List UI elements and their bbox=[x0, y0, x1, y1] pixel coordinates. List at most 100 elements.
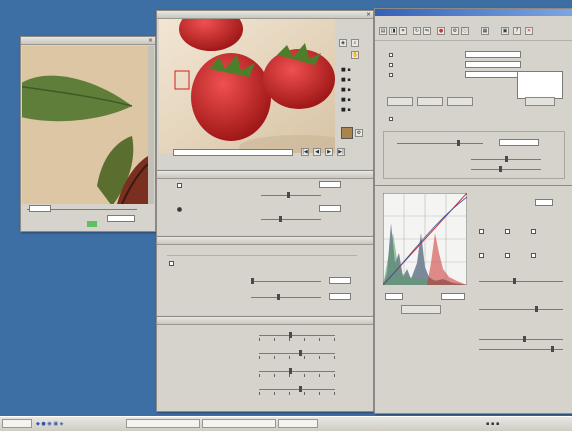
checkbox[interactable] bbox=[389, 63, 393, 67]
preview-status-field[interactable] bbox=[107, 215, 135, 222]
dropdown-box[interactable] bbox=[517, 71, 563, 99]
tool-item-icon[interactable]: ■ ▪ bbox=[341, 97, 351, 103]
group-slider[interactable] bbox=[471, 169, 541, 170]
adjust2-row1-slider[interactable] bbox=[251, 281, 321, 282]
grid-icon[interactable]: ▦ bbox=[481, 27, 489, 35]
zoom-icon[interactable]: ⌕ bbox=[351, 39, 359, 47]
slider-thumb[interactable] bbox=[251, 278, 254, 284]
tool-item-icon[interactable]: ■ ▪ bbox=[341, 77, 351, 83]
rotate-icon[interactable]: ↻ bbox=[413, 27, 421, 35]
levels-grid[interactable] bbox=[259, 329, 335, 405]
scanner-field[interactable] bbox=[465, 61, 521, 68]
adjust1-row2-field[interactable] bbox=[319, 205, 341, 212]
radio[interactable] bbox=[177, 207, 182, 212]
slider-thumb[interactable] bbox=[457, 140, 460, 146]
slider-thumb[interactable] bbox=[513, 278, 516, 284]
right-panel-slider[interactable] bbox=[479, 339, 563, 340]
histogram[interactable] bbox=[383, 193, 467, 285]
group-slider[interactable] bbox=[397, 143, 483, 144]
adjustment-1-titlebar[interactable] bbox=[157, 171, 373, 179]
close-icon[interactable]: × bbox=[148, 37, 153, 44]
taskbar-item[interactable] bbox=[126, 419, 200, 428]
help-icon[interactable]: ? bbox=[513, 27, 521, 35]
checkbox[interactable] bbox=[531, 229, 536, 234]
reset-button[interactable] bbox=[401, 305, 441, 314]
info-icon[interactable]: ⓘ bbox=[461, 27, 469, 35]
levels-track[interactable] bbox=[259, 371, 335, 372]
save-icon[interactable]: ▣ bbox=[501, 27, 509, 35]
slider-thumb[interactable] bbox=[535, 306, 538, 312]
checkbox[interactable] bbox=[389, 117, 393, 121]
hand-icon[interactable]: ✋ bbox=[351, 51, 359, 59]
eyedropper-icon[interactable]: ◈ bbox=[339, 39, 347, 47]
nav-last-icon[interactable]: ▶| bbox=[337, 148, 345, 156]
preview-icon[interactable]: ◨ bbox=[389, 27, 397, 35]
crop-icon[interactable]: ⌗ bbox=[399, 27, 407, 35]
close-icon[interactable]: × bbox=[366, 11, 371, 18]
adjustment-2-titlebar[interactable] bbox=[157, 237, 373, 245]
checkbox[interactable] bbox=[479, 253, 484, 258]
slider-thumb[interactable] bbox=[279, 216, 282, 222]
settings-icon[interactable]: ⚙ bbox=[451, 27, 459, 35]
slider-thumb[interactable] bbox=[523, 336, 526, 342]
scanner-field[interactable] bbox=[465, 71, 521, 78]
scanner-button[interactable] bbox=[447, 97, 473, 106]
checkbox[interactable] bbox=[479, 229, 484, 234]
slider-thumb[interactable] bbox=[551, 346, 554, 352]
adjust1-row1-slider[interactable] bbox=[261, 195, 321, 196]
tool-item-icon[interactable]: ■ ▪ bbox=[341, 87, 351, 93]
taskbar-item[interactable] bbox=[278, 419, 318, 428]
nav-prev-icon[interactable]: ◀ bbox=[313, 148, 321, 156]
levels-track[interactable] bbox=[259, 353, 335, 354]
adjust2-row2-slider[interactable] bbox=[251, 297, 321, 298]
nav-first-icon[interactable]: |◀ bbox=[301, 148, 309, 156]
photo-path-field[interactable] bbox=[173, 149, 293, 156]
right-panel-slider[interactable] bbox=[479, 309, 563, 310]
group-field[interactable] bbox=[499, 139, 539, 146]
adjust1-row2-slider[interactable] bbox=[261, 219, 321, 220]
scanner-button[interactable] bbox=[387, 97, 413, 106]
scanner-right-button[interactable] bbox=[525, 97, 555, 106]
slider-thumb[interactable] bbox=[287, 192, 290, 198]
hist-input-right[interactable] bbox=[441, 293, 465, 300]
checkbox[interactable] bbox=[177, 183, 182, 188]
nav-next-icon[interactable]: ▶ bbox=[325, 148, 333, 156]
slider-thumb[interactable] bbox=[299, 350, 302, 356]
tool-item-icon[interactable]: ■ ▪ bbox=[341, 107, 351, 113]
adjust2-row2-field[interactable] bbox=[329, 293, 351, 300]
levels-titlebar[interactable] bbox=[157, 317, 373, 325]
taskbar-item[interactable] bbox=[202, 419, 276, 428]
slider-thumb[interactable] bbox=[289, 368, 292, 374]
zoom-preview-titlebar[interactable]: × bbox=[21, 37, 155, 45]
checkbox[interactable] bbox=[169, 261, 174, 266]
tool-item-icon[interactable]: ■ ▪ bbox=[341, 67, 351, 73]
right-panel-slider[interactable] bbox=[479, 281, 563, 282]
scan-icon[interactable]: ▤ bbox=[379, 27, 387, 35]
color-icon[interactable]: ● bbox=[437, 27, 445, 35]
mirror-icon[interactable]: ⇋ bbox=[423, 27, 431, 35]
levels-track[interactable] bbox=[259, 335, 335, 336]
checkbox[interactable] bbox=[531, 253, 536, 258]
slider-thumb[interactable] bbox=[505, 156, 508, 162]
checkbox[interactable] bbox=[389, 73, 393, 77]
gear-icon[interactable]: ⚙ bbox=[355, 129, 363, 137]
photo-window-titlebar[interactable]: × bbox=[157, 11, 373, 19]
slider-thumb[interactable] bbox=[289, 332, 292, 338]
scanner-button[interactable] bbox=[417, 97, 443, 106]
scanner-field[interactable] bbox=[465, 51, 521, 58]
close-icon[interactable]: ✕ bbox=[525, 27, 533, 35]
checkbox[interactable] bbox=[505, 229, 510, 234]
slider-thumb[interactable] bbox=[299, 386, 302, 392]
adjust2-row1-field[interactable] bbox=[329, 277, 351, 284]
adjust1-row1-field[interactable] bbox=[319, 181, 341, 188]
scanner-titlebar[interactable] bbox=[375, 9, 572, 16]
right-panel-field[interactable] bbox=[535, 199, 553, 206]
slider-thumb[interactable] bbox=[499, 166, 502, 172]
preview-scrollbar[interactable] bbox=[148, 46, 154, 204]
checkbox[interactable] bbox=[505, 253, 510, 258]
checkbox[interactable] bbox=[389, 53, 393, 57]
hist-input-left[interactable] bbox=[385, 293, 403, 300]
levels-track[interactable] bbox=[259, 389, 335, 390]
zoom-field[interactable] bbox=[29, 205, 51, 212]
start-button[interactable] bbox=[2, 419, 32, 428]
